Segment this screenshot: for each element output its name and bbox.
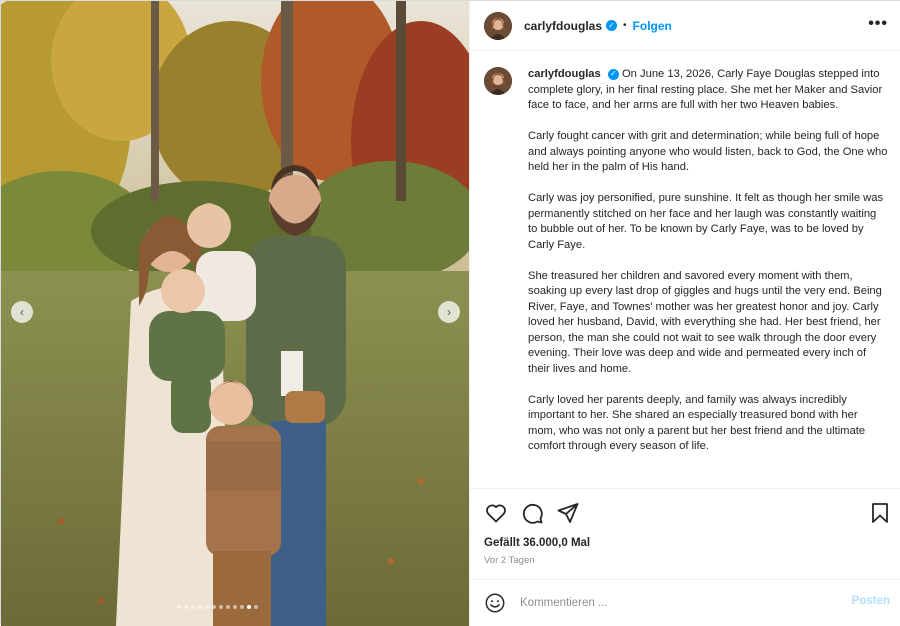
follow-button[interactable]: Folgen [633, 19, 672, 33]
post-window: ‹ › carlyfdouglas ✓ • Folgen ••• carlyfd… [0, 0, 900, 626]
carousel-dot [177, 605, 181, 609]
carousel-dot [247, 605, 251, 609]
carousel-dot [226, 605, 230, 609]
caption-paragraph: Carly was joy personified, pure sunshine… [528, 192, 884, 251]
family-photo-illustration [1, 1, 469, 626]
carousel-dot [219, 605, 223, 609]
post-comment-button[interactable]: Posten [852, 595, 890, 607]
post-caption: carlyfdouglas ✓ On June 13, 2026, Carly … [484, 67, 894, 487]
carousel-dot [233, 605, 237, 609]
post-photo[interactable]: ‹ › [1, 1, 469, 626]
carousel-dot [191, 605, 195, 609]
like-count[interactable]: Gefällt 36.000,0 Mal [484, 537, 590, 549]
header-username[interactable]: carlyfdouglas [524, 19, 602, 33]
post-header: carlyfdouglas ✓ • Folgen ••• [470, 1, 900, 51]
caption-paragraph: carlyfdouglas ✓ On June 13, 2026, Carly … [528, 67, 888, 114]
caption-paragraph: Carly loved her parents deeply, and fami… [528, 393, 866, 453]
carousel-dot [240, 605, 244, 609]
heart-icon[interactable] [484, 501, 508, 525]
verified-badge-icon: ✓ [607, 68, 619, 80]
post-timestamp[interactable]: Vor 2 Tagen [484, 555, 535, 566]
carousel-dot [212, 605, 216, 609]
emoji-icon[interactable] [484, 592, 506, 614]
avatar[interactable] [484, 11, 512, 40]
carousel-next-button[interactable]: › [438, 301, 460, 323]
avatar-image [484, 11, 512, 40]
carousel-dot [184, 605, 188, 609]
more-options-icon[interactable]: ••• [868, 16, 888, 32]
share-icon[interactable] [556, 501, 580, 525]
carousel-prev-button[interactable]: ‹ [11, 301, 33, 323]
action-icons [484, 501, 580, 525]
avatar-image [484, 67, 512, 95]
post-sidebar: carlyfdouglas ✓ • Folgen ••• carlyfdougl… [469, 1, 900, 626]
carousel-dot [198, 605, 202, 609]
caption-paragraph: Carly fought cancer with grit and determ… [528, 130, 888, 173]
bookmark-icon[interactable] [868, 501, 892, 525]
header-separator: • [623, 20, 627, 31]
carousel-dot [205, 605, 209, 609]
caption-text: carlyfdouglas ✓ On June 13, 2026, Carly … [528, 67, 888, 487]
verified-badge-icon: ✓ [606, 20, 618, 31]
post-actions: Gefällt 36.000,0 Mal Vor 2 Tagen [470, 488, 900, 588]
caption-paragraph: She treasured her children and savored e… [528, 269, 882, 375]
carousel-dots [177, 605, 258, 609]
comment-input[interactable] [520, 597, 820, 609]
comment-icon[interactable] [520, 501, 544, 525]
avatar[interactable] [484, 67, 512, 95]
caption-username[interactable]: carlyfdouglas [528, 68, 601, 80]
carousel-dot [254, 605, 258, 609]
comment-bar: Posten [470, 579, 900, 626]
